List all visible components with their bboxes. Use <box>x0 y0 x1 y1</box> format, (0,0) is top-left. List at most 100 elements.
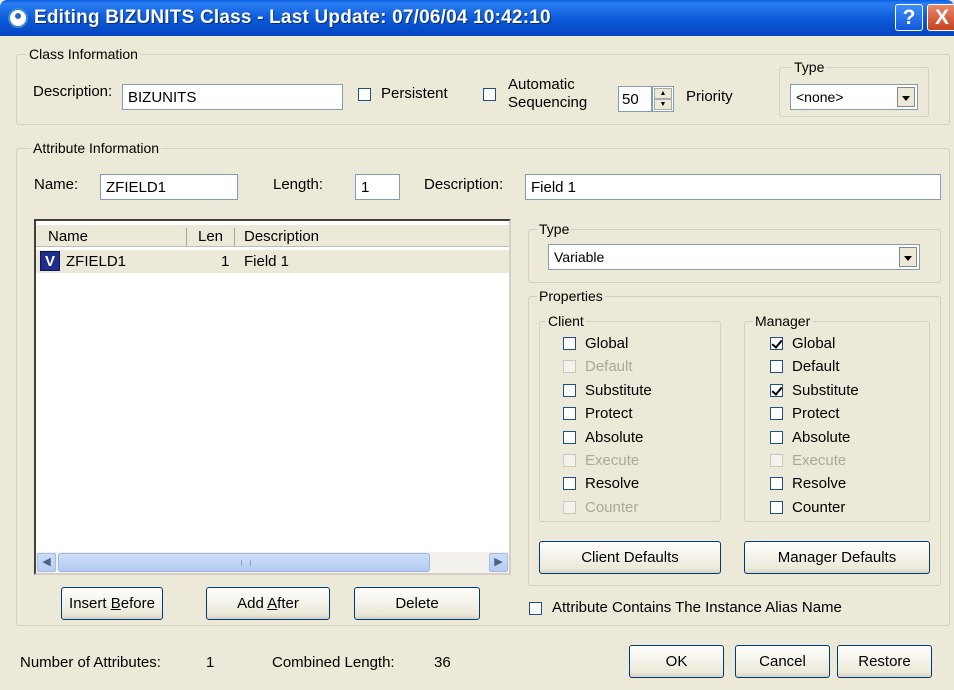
client-defaults-button[interactable]: Client Defaults <box>539 541 721 574</box>
class-description-input[interactable]: BIZUNITS <box>122 84 343 110</box>
client-absolute-checkbox[interactable] <box>563 430 576 444</box>
client-default-checkbox <box>563 360 576 374</box>
client-substitute-checkbox[interactable] <box>563 383 576 397</box>
instance-alias-checkbox[interactable] <box>529 602 542 615</box>
client-global-checkbox[interactable] <box>563 337 576 350</box>
attr-length-label: Length: <box>273 176 324 193</box>
insert-before-label-post: efore <box>120 595 155 612</box>
manager-counter-label: Counter <box>792 498 846 516</box>
attr-type-select[interactable]: Variable <box>548 244 920 270</box>
class-type-legend: Type <box>792 59 827 75</box>
list-item-name: ZFIELD1 <box>66 253 127 270</box>
help-button[interactable]: ? <box>895 4 923 31</box>
close-button[interactable]: X <box>927 4 954 31</box>
attribute-list-header: Name Len Description <box>36 225 509 247</box>
scroll-right-icon[interactable]: ▶ <box>489 553 508 572</box>
persistent-checkbox[interactable] <box>358 88 371 101</box>
dialog-window: Editing BIZUNITS Class - Last Update: 07… <box>0 0 954 690</box>
attr-description-input[interactable]: Field 1 <box>525 174 941 200</box>
manager-resolve-checkbox[interactable] <box>770 477 783 491</box>
client-default-label: Default <box>585 358 633 376</box>
client-protect-checkbox[interactable] <box>563 407 576 421</box>
priority-label: Priority <box>686 88 733 105</box>
attr-name-input[interactable]: ZFIELD1 <box>100 174 238 200</box>
combined-length-value: 36 <box>434 654 451 671</box>
list-item-len: 1 <box>221 253 230 270</box>
manager-absolute-label: Absolute <box>792 428 851 446</box>
manager-protect-label: Protect <box>792 405 840 423</box>
manager-absolute-checkbox[interactable] <box>770 430 783 444</box>
manager-protect-checkbox[interactable] <box>770 407 783 421</box>
insert-before-label-key: B <box>110 595 121 612</box>
variable-type-icon: V <box>40 251 60 271</box>
client-absolute-label: Absolute <box>585 428 644 446</box>
add-after-label-pre: Add <box>237 595 268 612</box>
manager-defaults-button[interactable]: Manager Defaults <box>744 541 930 574</box>
manager-default-label: Default <box>792 358 840 376</box>
persistent-label: Persistent <box>381 85 448 102</box>
instance-alias-label: Attribute Contains The Instance Alias Na… <box>552 599 842 616</box>
list-item-description: Field 1 <box>244 253 290 270</box>
window-title: Editing BIZUNITS Class - Last Update: 07… <box>34 7 551 28</box>
class-type-value: <none> <box>796 89 844 105</box>
attr-length-input[interactable]: 1 <box>355 174 400 200</box>
client-counter-label: Counter <box>585 498 639 516</box>
client-legend: Client <box>546 313 586 329</box>
manager-substitute-checkbox[interactable] <box>770 383 783 397</box>
chevron-down-icon[interactable] <box>897 87 915 107</box>
column-header-description[interactable]: Description <box>244 228 319 245</box>
ok-button[interactable]: OK <box>629 645 724 678</box>
add-after-label-post: fter <box>277 595 299 612</box>
client-resolve-label: Resolve <box>585 475 640 493</box>
add-after-label-key: A <box>267 595 278 612</box>
properties-legend: Properties <box>537 288 605 304</box>
class-description-label: Description: <box>33 83 113 100</box>
client-resolve-checkbox[interactable] <box>563 477 576 491</box>
attr-type-legend: Type <box>537 221 572 237</box>
delete-button[interactable]: Delete <box>354 587 480 620</box>
title-bar[interactable]: Editing BIZUNITS Class - Last Update: 07… <box>0 0 954 36</box>
scroll-left-icon[interactable]: ◀ <box>37 553 56 572</box>
attr-type-value: Variable <box>554 249 605 265</box>
cancel-button[interactable]: Cancel <box>735 645 830 678</box>
attribute-information-legend: Attribute Information <box>31 140 162 156</box>
class-information-legend: Class Information <box>27 46 140 62</box>
client-protect-label: Protect <box>585 405 633 423</box>
client-execute-checkbox <box>563 454 576 467</box>
priority-input[interactable]: 50 <box>618 86 652 112</box>
manager-execute-label: Execute <box>792 452 847 469</box>
spin-up-icon[interactable]: ▲ <box>654 88 672 99</box>
list-item[interactable]: V ZFIELD1 1 Field 1 <box>36 250 509 273</box>
spin-down-icon[interactable]: ▼ <box>654 99 672 110</box>
attribute-list[interactable]: Name Len Description V ZFIELD1 1 Field 1… <box>34 219 511 575</box>
column-header-name[interactable]: Name <box>48 228 88 245</box>
priority-spinner[interactable]: ▲ ▼ <box>652 86 674 112</box>
add-after-button[interactable]: Add After <box>206 587 330 620</box>
manager-resolve-label: Resolve <box>792 475 847 493</box>
chevron-down-icon[interactable] <box>899 247 917 267</box>
manager-legend: Manager <box>753 313 813 329</box>
auto-sequencing-checkbox[interactable] <box>483 88 496 101</box>
manager-substitute-label: Substitute <box>792 381 859 399</box>
client-counter-checkbox <box>563 500 576 514</box>
manager-default-checkbox[interactable] <box>770 360 783 374</box>
column-header-len[interactable]: Len <box>198 228 223 245</box>
client-substitute-label: Substitute <box>585 381 652 399</box>
manager-global-label: Global <box>792 335 836 352</box>
class-type-select[interactable]: <none> <box>790 84 918 110</box>
horizontal-scrollbar[interactable]: ◀ ▶ <box>36 552 509 573</box>
auto-sequencing-label-2: Sequencing <box>508 94 588 111</box>
column-divider[interactable] <box>186 228 187 246</box>
column-divider[interactable] <box>234 228 235 246</box>
num-attributes-label: Number of Attributes: <box>20 654 161 671</box>
client-global-label: Global <box>585 335 629 352</box>
combined-length-label: Combined Length: <box>272 654 395 671</box>
insert-before-button[interactable]: Insert Before <box>61 587 163 620</box>
attr-name-label: Name: <box>34 176 79 193</box>
scroll-thumb[interactable] <box>58 553 430 572</box>
restore-button[interactable]: Restore <box>837 645 932 678</box>
manager-global-checkbox[interactable] <box>770 337 783 350</box>
manager-counter-checkbox[interactable] <box>770 500 783 514</box>
manager-execute-checkbox <box>770 454 783 467</box>
auto-sequencing-label-1: Automatic <box>508 76 575 93</box>
